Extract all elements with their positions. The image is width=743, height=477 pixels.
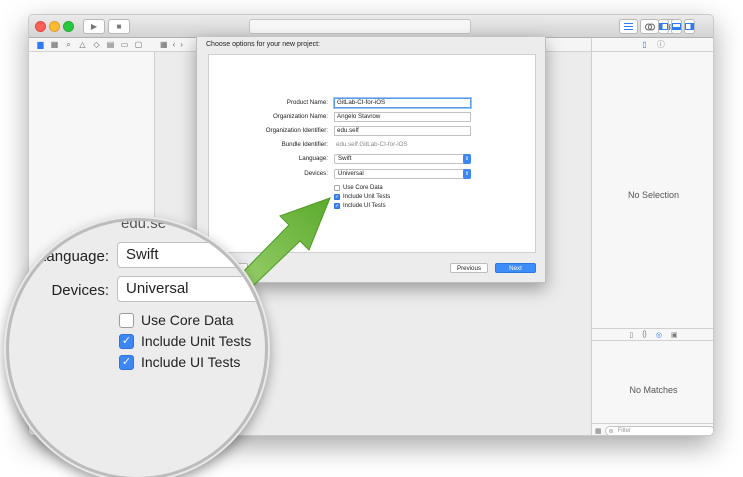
test-diamond-icon[interactable]: ◇ xyxy=(92,40,101,50)
devices-select[interactable]: Universal ⇕ xyxy=(334,169,471,179)
interlocking-rings-icon xyxy=(644,23,655,30)
close-window-button[interactable] xyxy=(35,21,46,32)
assistant-editor-button[interactable] xyxy=(640,19,659,34)
search-icon[interactable]: ⌕ xyxy=(64,40,73,50)
checkbox-label: Include UI Tests xyxy=(141,354,241,370)
previous-button[interactable]: Previous xyxy=(450,263,488,273)
product-name-row: Product Name: GitLab-CI-for-iOS xyxy=(209,98,535,108)
stop-icon: ■ xyxy=(116,22,122,31)
toggle-debug-area-button[interactable] xyxy=(671,19,682,34)
checkbox-label: Use Core Data xyxy=(141,312,234,328)
checkbox-label: Use Core Data xyxy=(343,185,383,191)
filter-icon: ⊜ xyxy=(608,428,614,435)
popup-arrows-icon: ⇕ xyxy=(463,169,471,179)
no-matches-label: No Matches xyxy=(629,385,678,395)
utilities-area: ▯ ⓘ No Selection ▯ {} ◎ ▣ No Matches ▦ ⊜… xyxy=(591,38,713,435)
bundle-identifier-row: Bundle Identifier: edu.self.GitLab-CI-fo… xyxy=(209,140,535,150)
filter-bar: ▦ ⊜ Filter xyxy=(592,423,713,435)
media-library-icon[interactable]: ▣ xyxy=(671,331,678,339)
zoomed-devices-label: Devices: xyxy=(51,282,109,299)
report-icon[interactable]: ▢ xyxy=(134,40,143,50)
checkbox-box[interactable] xyxy=(334,185,340,191)
zoomed-language-label: Language: xyxy=(38,248,109,265)
zoomed-include-ui-tests-checkbox[interactable]: ✓ Include UI Tests xyxy=(119,354,240,370)
right-panel-icon xyxy=(685,23,694,30)
product-name-label: Product Name: xyxy=(286,99,328,106)
devices-label: Devices: xyxy=(304,170,328,177)
chevron-left-icon[interactable]: ‹ xyxy=(173,40,176,49)
popup-arrows-icon: ⇕ xyxy=(463,154,471,164)
checkmark-icon[interactable]: ✓ xyxy=(334,203,340,209)
left-panel-icon xyxy=(659,23,668,30)
include-unit-tests-checkbox[interactable]: ✓ Include Unit Tests xyxy=(334,193,390,201)
organization-name-label: Organization Name: xyxy=(272,113,328,120)
quick-help-icon[interactable]: ⓘ xyxy=(657,39,665,50)
organization-identifier-label: Organization Identifier: xyxy=(265,127,328,134)
file-template-icon[interactable]: ▯ xyxy=(629,331,633,339)
checkbox-label: Include UI Tests xyxy=(343,203,386,209)
devices-value: Universal xyxy=(338,170,364,177)
code-snippet-icon[interactable]: {} xyxy=(642,331,647,338)
checkmark-icon[interactable]: ✓ xyxy=(119,354,134,370)
standard-editor-button[interactable] xyxy=(619,19,638,34)
run-button[interactable]: ▶ xyxy=(83,19,105,34)
no-selection-label: No Selection xyxy=(627,190,680,200)
use-core-data-checkbox[interactable]: Use Core Data xyxy=(334,184,383,192)
language-label: Language: xyxy=(298,155,328,162)
checkmark-icon[interactable]: ✓ xyxy=(334,194,340,200)
breakpoint-icon[interactable]: ▭ xyxy=(120,40,129,50)
grid-view-icon[interactable]: ▦ xyxy=(595,427,602,435)
toggle-navigator-button[interactable] xyxy=(658,19,669,34)
zoomed-devices-value: Universal xyxy=(126,280,189,297)
zoomed-devices-select[interactable]: Universal xyxy=(117,276,265,302)
inspector-tabs: ▯ ⓘ xyxy=(592,38,713,52)
object-library-icon[interactable]: ◎ xyxy=(656,331,662,339)
debug-icon[interactable]: ▤ xyxy=(106,40,115,50)
filter-input[interactable]: ⊜ Filter xyxy=(604,425,713,435)
zoom-window-button[interactable] xyxy=(63,21,74,32)
stop-button[interactable]: ■ xyxy=(108,19,130,34)
bundle-identifier-label: Bundle Identifier: xyxy=(281,141,328,148)
checkbox-box[interactable] xyxy=(119,312,134,328)
chevron-right-icon[interactable]: › xyxy=(180,40,183,49)
organization-identifier-row: Organization Identifier: edu.self xyxy=(209,126,535,136)
sheet-title: Choose options for your new project: xyxy=(206,41,321,48)
magnifier-lens: edu.se Language: Swift Devices: Universa… xyxy=(6,218,268,477)
warning-icon[interactable]: △ xyxy=(78,40,87,50)
product-name-field[interactable]: GitLab-CI-for-iOS xyxy=(334,98,471,108)
zoomed-use-core-data-checkbox[interactable]: Use Core Data xyxy=(119,312,234,328)
folder-icon[interactable]: ▆ xyxy=(36,40,45,50)
minimize-window-button[interactable] xyxy=(49,21,60,32)
bottom-panel-icon xyxy=(672,23,681,30)
zoomed-language-select[interactable]: Swift xyxy=(117,242,265,268)
organization-name-row: Organization Name: Angelo Stavrow xyxy=(209,112,535,122)
checkbox-label: Include Unit Tests xyxy=(141,333,252,349)
navigator-selector-bar: ▆ ▦ ⌕ △ ◇ ▤ ▭ ▢ xyxy=(29,38,155,52)
bundle-identifier-value: edu.self.GitLab-CI-for-iOS xyxy=(336,141,408,148)
organization-identifier-field[interactable]: edu.self xyxy=(334,126,471,136)
zoomed-include-unit-tests-checkbox[interactable]: ✓ Include Unit Tests xyxy=(119,333,251,349)
language-value: Swift xyxy=(338,155,352,162)
file-inspector-icon[interactable]: ▯ xyxy=(642,40,646,49)
play-icon: ▶ xyxy=(90,22,98,31)
organization-name-field[interactable]: Angelo Stavrow xyxy=(334,112,471,122)
activity-view xyxy=(249,19,471,34)
filter-placeholder: Filter xyxy=(617,427,631,434)
devices-row: Devices: Universal ⇕ xyxy=(209,169,535,179)
zoomed-view: edu.se Language: Swift Devices: Universa… xyxy=(9,221,265,477)
language-row: Language: Swift ⇕ xyxy=(209,154,535,164)
zoomed-bundle-fragment: edu.se xyxy=(121,218,167,232)
toolbar: ▶ ■ xyxy=(29,15,713,38)
editor-lines-icon xyxy=(624,23,633,30)
library-tabs: ▯ {} ◎ ▣ xyxy=(592,328,713,341)
related-items-icon[interactable]: ▦ xyxy=(160,40,168,49)
zoomed-language-value: Swift xyxy=(126,246,159,263)
symbol-navigator-icon[interactable]: ▦ xyxy=(50,40,59,50)
checkbox-label: Include Unit Tests xyxy=(343,194,391,200)
next-button[interactable]: Next xyxy=(495,263,536,273)
checkmark-icon[interactable]: ✓ xyxy=(119,333,134,349)
toggle-inspector-button[interactable] xyxy=(684,19,695,34)
include-ui-tests-checkbox[interactable]: ✓ Include UI Tests xyxy=(334,202,386,210)
language-select[interactable]: Swift ⇕ xyxy=(334,154,471,164)
